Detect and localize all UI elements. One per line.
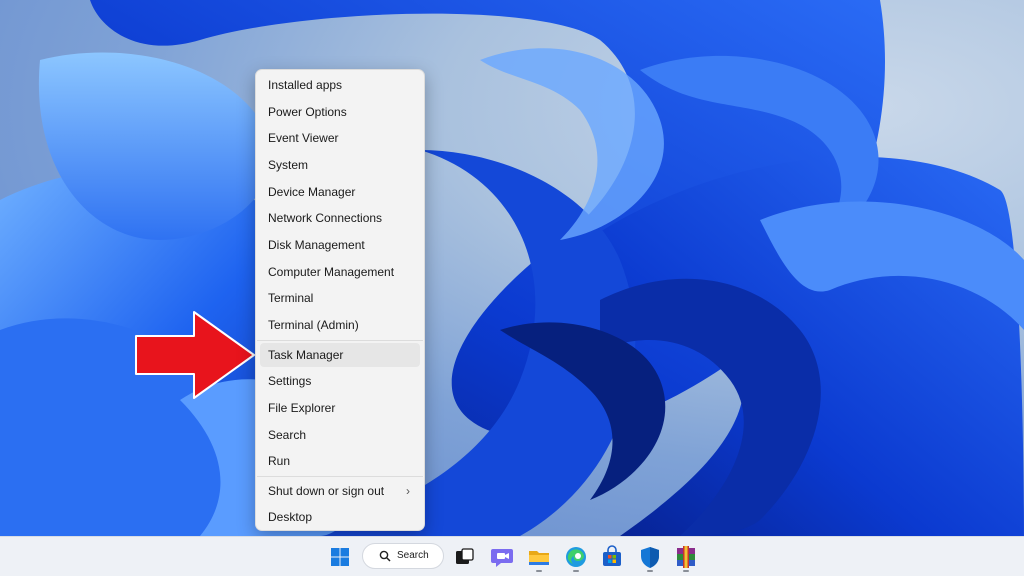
menu-item-disk-management[interactable]: Disk Management: [260, 233, 420, 257]
menu-item-label: Network Connections: [268, 211, 383, 225]
running-indicator: [536, 570, 542, 572]
menu-item-label: Installed apps: [268, 78, 343, 92]
windows-start-icon[interactable]: [326, 543, 354, 571]
menu-item-desktop[interactable]: Desktop: [260, 505, 420, 529]
menu-separator: [257, 476, 423, 477]
menu-item-terminal-admin[interactable]: Terminal (Admin): [260, 313, 420, 337]
menu-item-task-manager[interactable]: Task Manager: [260, 343, 420, 367]
winrar-icon[interactable]: [672, 543, 700, 571]
menu-item-label: System: [268, 158, 309, 172]
running-indicator: [683, 570, 689, 572]
desktop[interactable]: Installed apps Power Options Event Viewe…: [0, 0, 1024, 536]
menu-item-label: Desktop: [268, 510, 313, 524]
menu-item-label: Event Viewer: [268, 131, 339, 145]
menu-item-run[interactable]: Run: [260, 449, 420, 473]
running-indicator: [573, 570, 579, 572]
menu-item-label: Device Manager: [268, 185, 356, 199]
menu-item-label: Run: [268, 454, 291, 468]
menu-item-search[interactable]: Search: [260, 423, 420, 447]
menu-item-label: Power Options: [268, 105, 347, 119]
menu-item-label: Settings: [268, 374, 312, 388]
menu-item-terminal[interactable]: Terminal: [260, 286, 420, 310]
microsoft-store-icon[interactable]: [598, 543, 626, 571]
menu-item-installed-apps[interactable]: Installed apps: [260, 73, 420, 97]
search-label: Search: [397, 550, 429, 561]
menu-item-power-options[interactable]: Power Options: [260, 100, 420, 124]
menu-item-computer-management[interactable]: Computer Management: [260, 260, 420, 284]
red-arrow-pointer: [135, 311, 255, 399]
windows-security-icon[interactable]: [636, 543, 664, 571]
running-indicator: [647, 570, 653, 572]
menu-item-label: Computer Management: [268, 265, 395, 279]
search-icon: [379, 550, 391, 562]
menu-item-file-explorer[interactable]: File Explorer: [260, 396, 420, 420]
menu-item-label: File Explorer: [268, 401, 336, 415]
menu-item-system[interactable]: System: [260, 153, 420, 177]
menu-item-shut-down-or-sign-out[interactable]: Shut down or sign out ›: [260, 479, 420, 503]
menu-item-network-connections[interactable]: Network Connections: [260, 206, 420, 230]
menu-item-event-viewer[interactable]: Event Viewer: [260, 126, 420, 150]
menu-item-label: Disk Management: [268, 238, 365, 252]
chevron-right-icon: ›: [406, 484, 410, 498]
file-explorer-icon[interactable]: [525, 543, 553, 571]
menu-item-label: Shut down or sign out: [268, 484, 385, 498]
teams-chat-icon[interactable]: [488, 543, 516, 571]
wallpaper-bloom: [0, 0, 1024, 536]
task-view-icon[interactable]: [450, 543, 478, 571]
menu-item-settings[interactable]: Settings: [260, 369, 420, 393]
taskbar: Search: [0, 536, 1024, 576]
menu-item-label: Search: [268, 428, 307, 442]
menu-item-label: Terminal (Admin): [268, 318, 359, 332]
menu-item-label: Task Manager: [268, 348, 344, 362]
edge-browser-icon[interactable]: [562, 543, 590, 571]
taskbar-search-box[interactable]: Search: [362, 543, 444, 569]
winx-context-menu: Installed apps Power Options Event Viewe…: [255, 69, 425, 531]
menu-separator: [257, 340, 423, 341]
menu-item-label: Terminal: [268, 291, 314, 305]
menu-item-device-manager[interactable]: Device Manager: [260, 180, 420, 204]
